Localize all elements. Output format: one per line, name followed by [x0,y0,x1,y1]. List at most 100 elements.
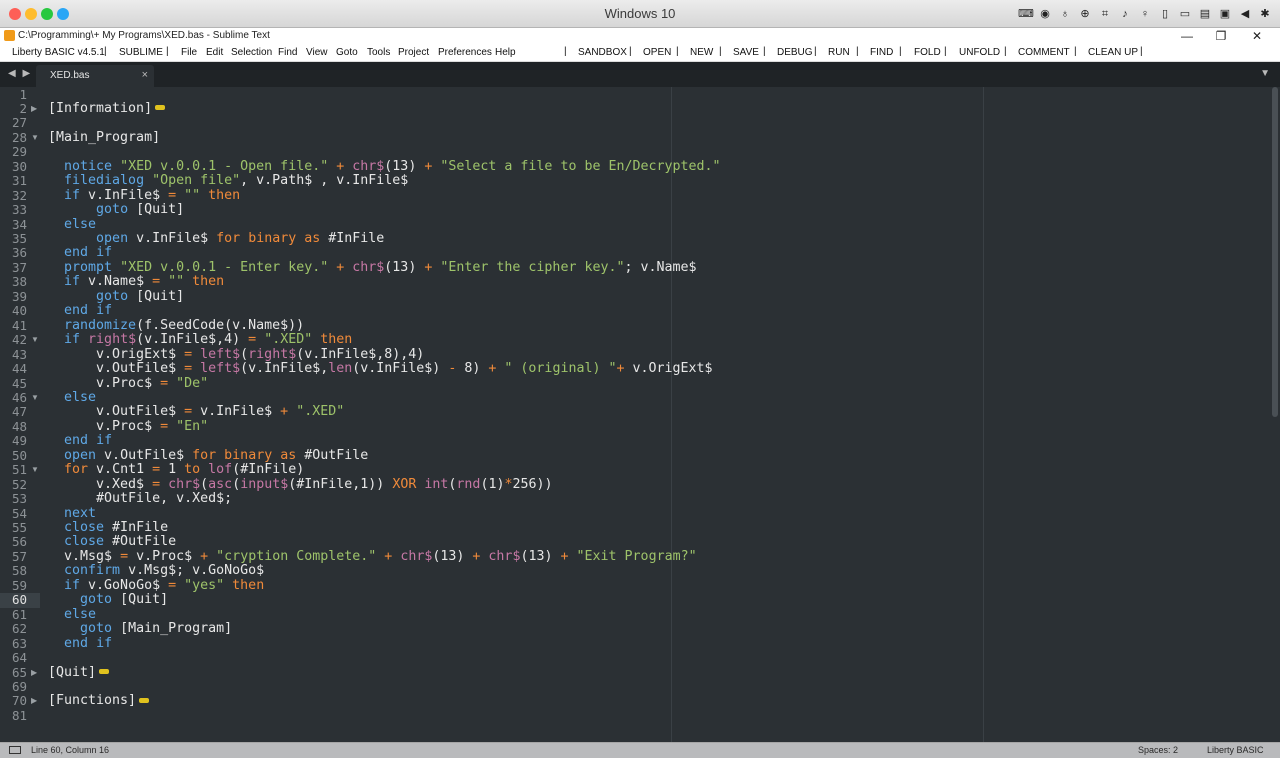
code-line[interactable]: close #OutFile [48,534,176,549]
menu-project[interactable]: Project [398,47,429,58]
menu-liberty-basic[interactable]: Liberty BASIC v4.5.1 [12,47,105,58]
code-line[interactable]: goto [Main_Program] [48,621,232,636]
code-line[interactable]: [Functions] [48,693,150,708]
menu-selection[interactable]: Selection [231,47,272,58]
code-line[interactable]: [Main_Program] [48,130,160,145]
cursor-position[interactable]: Line 60, Column 16 [31,745,109,755]
code-line[interactable]: end if [48,636,112,651]
code-line[interactable]: filedialog "Open file", v.Path$ , v.InFi… [48,173,408,188]
code-line[interactable]: v.Msg$ = v.Proc$ + "cryption Complete." … [48,549,697,564]
console-icon[interactable] [9,746,21,754]
code-line[interactable]: end if [48,304,112,318]
crop-icon[interactable]: ⌗ [1098,7,1112,21]
code-line[interactable]: confirm v.Msg$; v.GoNoGo$ [48,563,264,578]
menu-sandbox[interactable]: SANDBOX [578,47,627,58]
code-line[interactable]: if v.GoNoGo$ = "yes" then [48,578,264,593]
menu-find-button[interactable]: FIND [870,47,893,58]
fold-arrow-icon[interactable]: ▶ [31,102,37,116]
restore-button[interactable]: ❐ [1206,28,1236,45]
fold-arrow-icon[interactable]: ▶ [31,694,37,708]
fold-arrow-icon[interactable]: ▼ [31,131,39,145]
tab-close-icon[interactable]: × [142,69,148,81]
syntax-setting[interactable]: Liberty BASIC [1207,745,1264,755]
zoom-icon[interactable]: ⊕ [1078,7,1092,21]
menu-clean-up[interactable]: CLEAN UP [1088,47,1138,58]
menu-tools[interactable]: Tools [367,47,390,58]
vertical-scrollbar[interactable] [1270,87,1280,742]
menu-run[interactable]: RUN [828,47,850,58]
code-line[interactable]: if v.Name$ = "" then [48,274,224,289]
folded-region-marker[interactable] [99,669,110,674]
code-line[interactable]: if v.InFile$ = "" then [48,188,240,203]
menu-fold[interactable]: FOLD [914,47,941,58]
code-line[interactable]: open v.InFile$ for binary as #InFile [48,231,384,246]
menu-new[interactable]: NEW [690,47,713,58]
code-line[interactable]: next [48,506,96,521]
menu-preferences[interactable]: Preferences [438,47,492,58]
fold-arrow-icon[interactable]: ▼ [31,463,39,477]
code-line[interactable]: v.Xed$ = chr$(asc(input$(#InFile,1)) XOR… [48,477,553,492]
code-line[interactable]: close #InFile [48,520,168,535]
tab-overflow-icon[interactable]: ▼ [1260,68,1270,79]
minimize-button[interactable]: — [1172,28,1202,45]
tab-xed-bas[interactable]: XED.bas × [36,65,154,87]
code-line[interactable]: randomize(f.SeedCode(v.Name$)) [48,318,304,333]
video-icon[interactable]: ▣ [1218,7,1232,21]
code-line[interactable]: goto [Quit] [48,289,184,304]
code-line[interactable]: else [48,217,96,232]
indentation-setting[interactable]: Spaces: 2 [1138,745,1178,755]
menu-view[interactable]: View [306,47,328,58]
code-line[interactable]: end if [48,246,112,260]
menu-sublime[interactable]: SUBLIME [119,47,163,58]
code-line[interactable]: end if [48,434,112,448]
fold-arrow-icon[interactable]: ▶ [31,666,37,680]
menu-comment[interactable]: COMMENT [1018,47,1070,58]
scroll-thumb[interactable] [1272,87,1278,417]
code-line[interactable]: v.OutFile$ = v.InFile$ + ".XED" [48,404,344,419]
code-line[interactable]: goto [Quit] [48,202,184,217]
code-editor[interactable]: 1 2 ▶ 27 28 ▼ 29 30 31 32 33 34 35 36 37 38 39 40 41 42 ▼ 43 4… [0,87,1280,742]
gear-icon[interactable]: ✱ [1258,7,1272,21]
code-line[interactable]: goto [Quit] [48,592,168,607]
fold-arrow-icon[interactable]: ▼ [31,391,39,405]
menu-edit[interactable]: Edit [206,47,223,58]
code-line[interactable]: [Information] [48,101,166,116]
folder-icon[interactable]: ▤ [1198,7,1212,21]
folded-region-marker[interactable] [139,697,150,703]
code-line[interactable]: #OutFile, v.Xed$; [48,491,232,506]
close-button[interactable]: ✕ [1242,28,1272,45]
code-area[interactable]: [Information] [Main_Program] notice "XED … [48,87,1280,742]
code-line[interactable]: v.Proc$ = "De" [48,376,208,391]
phone-icon[interactable]: ▯ [1158,7,1172,21]
keyboard-icon[interactable]: ⌨ [1018,7,1034,21]
menu-goto[interactable]: Goto [336,47,358,58]
code-line[interactable]: for v.Cnt1 = 1 to lof(#InFile) [48,462,304,477]
menu-open[interactable]: OPEN [643,47,671,58]
code-line[interactable]: v.Proc$ = "En" [48,419,208,434]
menu-help[interactable]: Help [495,47,516,58]
tab-nav-arrows[interactable]: ◀ ▶ [8,68,32,79]
menu-find[interactable]: Find [278,47,297,58]
code-line[interactable]: if right$(v.InFile$,4) = ".XED" then [48,332,352,347]
code-line[interactable]: v.OutFile$ = left$(v.InFile$,len(v.InFil… [48,361,713,376]
menu-save[interactable]: SAVE [733,47,759,58]
microphone-icon[interactable]: ♀ [1138,7,1152,21]
menu-file[interactable]: File [181,47,197,58]
fold-arrow-icon[interactable]: ▼ [31,333,39,347]
code-line[interactable]: [Quit] [48,665,110,680]
code-line[interactable]: else [48,607,96,622]
code-line[interactable]: prompt "XED v.0.0.1 - Enter key." + chr$… [48,260,697,275]
menu-unfold[interactable]: UNFOLD [959,47,1000,58]
code-line[interactable]: else [48,390,96,405]
line-number: 35 [11,231,27,246]
code-line[interactable]: open v.OutFile$ for binary as #OutFile [48,448,368,463]
code-line[interactable]: v.OrigExt$ = left$(right$(v.InFile$,8),4… [48,347,424,362]
menu-debug[interactable]: DEBUG [777,47,813,58]
volume-icon[interactable]: ♪ [1118,7,1132,21]
folded-region-marker[interactable] [155,105,166,111]
back-icon[interactable]: ◀ [1238,7,1252,21]
code-line[interactable]: notice "XED v.0.0.1 - Open file." + chr$… [48,159,721,174]
usb-icon[interactable]: ◉ [1038,7,1052,21]
mic-icon[interactable]: ♁ [1058,7,1072,21]
camera-icon[interactable]: ▭ [1178,7,1192,21]
